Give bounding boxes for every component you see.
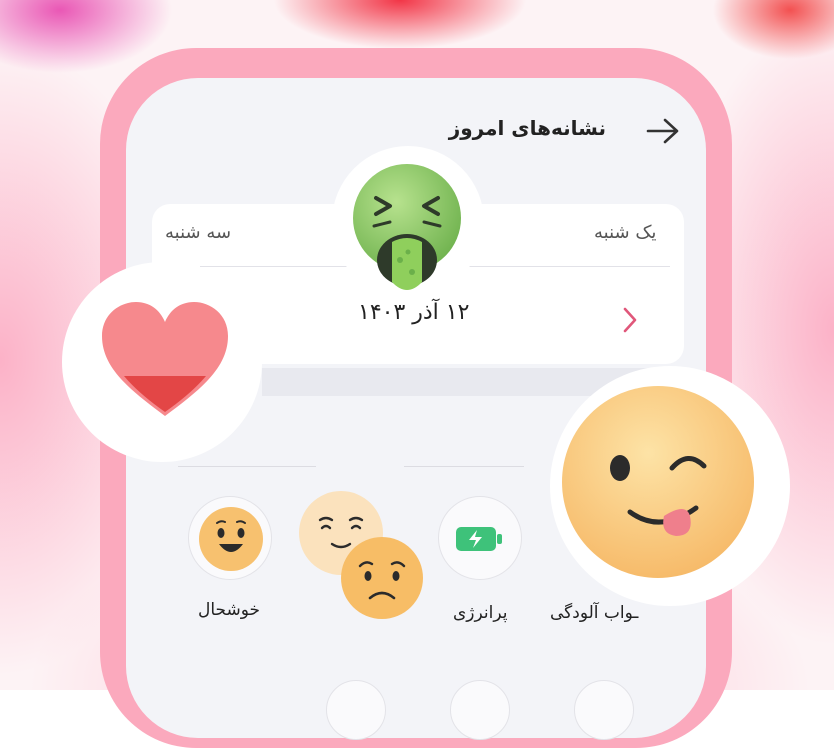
chevron-right-icon[interactable] <box>620 306 640 334</box>
nausea-face-icon <box>353 164 461 290</box>
day-label-sunday[interactable]: یک شنبه <box>594 222 656 243</box>
heart-icon <box>102 302 228 416</box>
happy-face-icon <box>199 507 263 571</box>
yum-face-icon <box>562 386 754 578</box>
sleepy-option-label: ـواب آلودگی <box>550 603 639 623</box>
current-date: ۱۲ آذر ۱۴۰۳ <box>358 300 470 325</box>
arrow-right-icon[interactable] <box>646 118 680 144</box>
happy-option-label: خوشحال <box>198 600 261 620</box>
option-button[interactable] <box>574 680 634 740</box>
battery-charging-icon <box>456 527 502 551</box>
day-label-tuesday[interactable]: سه شنبه <box>165 222 231 243</box>
page-title: نشانه‌های امروز <box>448 116 606 140</box>
option-button[interactable] <box>450 680 510 740</box>
section-divider <box>178 466 316 467</box>
energetic-option-label: پرانرژی <box>453 603 508 623</box>
option-button[interactable] <box>326 680 386 740</box>
section-divider <box>404 466 524 467</box>
sad-face-icon <box>341 537 423 619</box>
